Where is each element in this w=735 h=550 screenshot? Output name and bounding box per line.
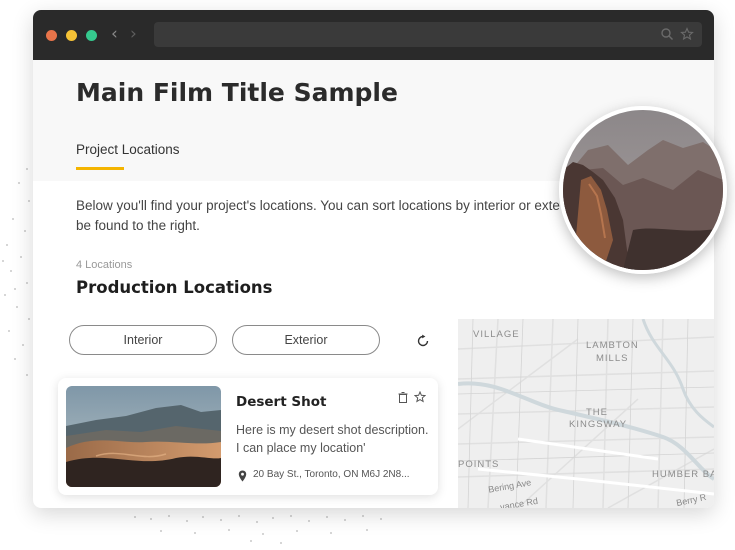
chevron-left-icon[interactable]: ‹ — [111, 25, 118, 43]
address-bar[interactable] — [154, 22, 702, 47]
location-title[interactable]: Desert Shot — [236, 394, 326, 410]
close-window-dot[interactable] — [46, 30, 57, 41]
location-count: 4 Locations — [76, 259, 133, 271]
refresh-icon[interactable] — [415, 333, 431, 349]
tab-project-locations[interactable]: Project Locations — [76, 142, 180, 157]
location-description: Here is my desert shot description. I ca… — [236, 423, 429, 455]
chevron-right-icon[interactable]: › — [130, 25, 137, 43]
maximize-window-dot[interactable] — [86, 30, 97, 41]
map-label-kingsway: KINGSWAY — [569, 419, 628, 430]
interior-filter-button[interactable]: Interior — [69, 325, 217, 355]
exterior-filter-button[interactable]: Exterior — [232, 325, 380, 355]
location-card[interactable]: Desert Shot Here is my desert shot descr… — [58, 378, 438, 495]
search-icon[interactable] — [660, 27, 674, 41]
location-address: 20 Bay St., Toronto, ON M6J 2N8... — [253, 469, 410, 480]
map-label-humber-bay: HUMBER BA — [652, 469, 714, 480]
star-icon[interactable] — [680, 27, 694, 41]
star-icon[interactable] — [414, 391, 426, 403]
locations-map[interactable]: VILLAGE LAMBTON MILLS THE KINGSWAY POINT… — [458, 319, 714, 508]
minimize-window-dot[interactable] — [66, 30, 77, 41]
page-description-line: Below you'll find your project's locatio… — [76, 198, 560, 213]
page-title: Main Film Title Sample — [76, 78, 398, 107]
section-title: Production Locations — [76, 278, 273, 297]
map-label-points: POINTS — [458, 459, 500, 470]
trash-icon[interactable] — [398, 392, 408, 403]
map-label-lambton: LAMBTON — [586, 340, 639, 351]
page-description: Below you'll find your project's locatio… — [76, 196, 596, 236]
map-label-the: THE — [586, 407, 608, 418]
map-pin-icon — [238, 470, 247, 482]
browser-titlebar: ‹ › — [33, 10, 714, 60]
map-label-mills: MILLS — [596, 353, 629, 364]
location-preview-photo — [559, 106, 727, 274]
map-label-village: VILLAGE — [473, 329, 520, 340]
active-tab-indicator — [76, 167, 124, 170]
page-description-line: be found to the right. — [76, 218, 200, 233]
location-photo — [66, 386, 221, 487]
decorative-dots-left — [0, 160, 32, 400]
decorative-dots-bottom — [130, 512, 410, 546]
